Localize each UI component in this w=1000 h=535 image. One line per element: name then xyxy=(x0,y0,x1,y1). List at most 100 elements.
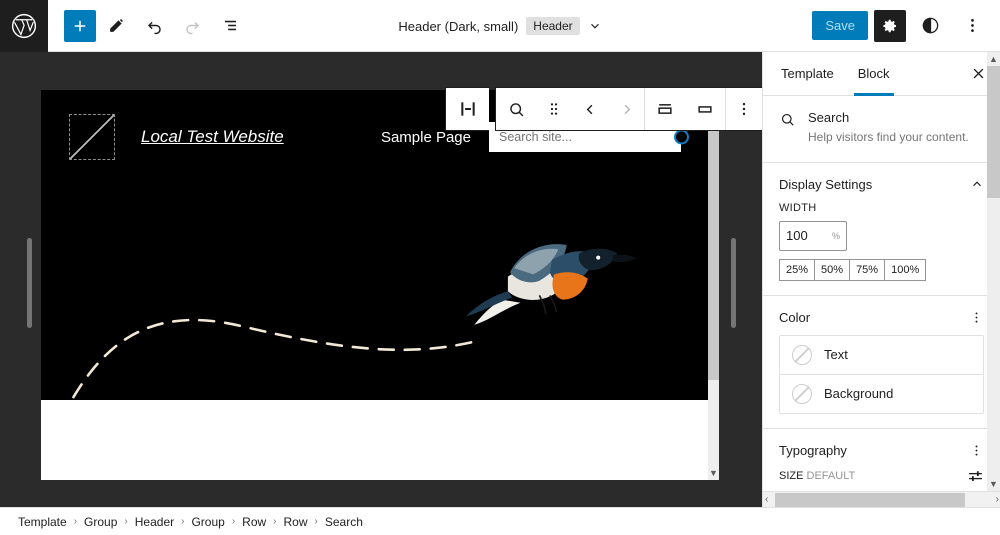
add-block-button[interactable] xyxy=(64,9,96,42)
color-options-list: Text Background xyxy=(779,334,984,414)
document-type-badge[interactable]: Header xyxy=(526,17,580,35)
breadcrumb-item-template[interactable]: Template xyxy=(18,515,67,529)
width-value: 100 xyxy=(786,228,808,244)
chevron-left-icon[interactable]: ‹ xyxy=(765,494,768,505)
move-right-button[interactable] xyxy=(608,88,644,130)
sidebar-horizontal-scrollbar-thumb[interactable] xyxy=(775,492,965,507)
breadcrumb: Template › Group › Header › Group › Row … xyxy=(0,507,1000,535)
block-toolbar-group-block xyxy=(496,88,645,130)
top-toolbar-right-group: Save xyxy=(812,8,1000,44)
width-preset-50[interactable]: 50% xyxy=(815,258,851,281)
block-info-card: Search Help visitors find your content. xyxy=(763,96,1000,162)
display-settings-panel: Display Settings WIDTH 100 % 25% 50% 75%… xyxy=(763,163,1000,295)
header-block-dark: Local Test Website Sample Page xyxy=(41,90,709,400)
typography-header: Typography xyxy=(779,443,984,458)
settings-sidebar: Template Block Search Help visitors find… xyxy=(762,52,1000,507)
search-circle-icon[interactable] xyxy=(674,129,689,145)
wordpress-logo-icon[interactable] xyxy=(0,0,48,52)
template-preview-canvas[interactable]: Local Test Website Sample Page xyxy=(41,90,719,480)
sidebar-vertical-scrollbar-thumb[interactable] xyxy=(987,66,1000,198)
sidebar-horizontal-scrollbar[interactable]: ‹ › xyxy=(763,491,1000,507)
color-row-background[interactable]: Background xyxy=(780,375,983,413)
breadcrumb-separator: › xyxy=(314,516,318,527)
save-button[interactable]: Save xyxy=(812,11,868,40)
block-toolbar-group-layout xyxy=(645,88,726,130)
breadcrumb-item-group-2[interactable]: Group xyxy=(191,515,224,529)
chevron-down-icon[interactable]: ▼ xyxy=(987,477,1000,491)
drag-handle-dots-icon[interactable] xyxy=(536,88,572,130)
tab-block[interactable]: Block xyxy=(846,52,902,96)
color-swatch-none-icon xyxy=(792,383,812,404)
width-presets: 25% 50% 75% 100% xyxy=(779,258,984,281)
button-outside-icon[interactable] xyxy=(685,88,725,130)
tab-template[interactable]: Template xyxy=(769,52,846,96)
chevron-down-icon[interactable] xyxy=(588,19,602,33)
undo-button[interactable] xyxy=(136,8,172,44)
breadcrumb-item-row-2[interactable]: Row xyxy=(284,515,308,529)
edit-tool-button[interactable] xyxy=(98,8,134,44)
color-options-kebab-icon[interactable] xyxy=(969,310,984,325)
breadcrumb-separator: › xyxy=(181,516,185,527)
breadcrumb-separator: › xyxy=(273,516,277,527)
editor-canvas-area: Local Test Website Sample Page Search si… xyxy=(0,52,762,507)
top-toolbar-left-group xyxy=(48,8,248,44)
canvas-vertical-scrollbar-thumb[interactable] xyxy=(708,90,719,380)
settings-gear-icon[interactable] xyxy=(874,9,906,42)
move-left-button[interactable] xyxy=(572,88,608,130)
width-input[interactable]: 100 % xyxy=(779,220,847,251)
chevron-up-icon[interactable] xyxy=(970,177,984,191)
more-options-kebab-icon[interactable] xyxy=(954,8,990,44)
chevron-right-icon[interactable]: › xyxy=(996,494,999,505)
width-preset-100[interactable]: 100% xyxy=(885,258,927,281)
typography-options-kebab-icon[interactable] xyxy=(969,443,984,458)
resize-handle-left[interactable] xyxy=(27,238,32,328)
breadcrumb-item-header[interactable]: Header xyxy=(135,515,174,529)
block-toolbar-group-options xyxy=(726,88,762,130)
typography-size-row: SIZE DEFAULT xyxy=(779,468,984,485)
sidebar-tabs: Template Block xyxy=(763,52,1000,96)
width-unit: % xyxy=(831,230,840,241)
width-label: WIDTH xyxy=(779,201,817,214)
chevron-up-icon[interactable]: ▲ xyxy=(987,52,1000,66)
nav-link-sample-page[interactable]: Sample Page xyxy=(381,129,471,146)
site-logo-placeholder-icon[interactable] xyxy=(69,114,115,160)
block-description: Help visitors find your content. xyxy=(808,130,969,144)
color-panel: Color Text Background xyxy=(763,296,1000,428)
search-icon xyxy=(779,110,796,146)
select-parent-block-icon[interactable] xyxy=(445,87,489,131)
button-inside-icon[interactable] xyxy=(645,88,685,130)
width-preset-25[interactable]: 25% xyxy=(779,258,816,281)
color-swatch-none-icon xyxy=(792,344,812,365)
block-name: Search xyxy=(808,110,850,125)
document-title: Header (Dark, small) xyxy=(398,18,519,34)
breadcrumb-item-search[interactable]: Search xyxy=(325,515,363,529)
breadcrumb-separator: › xyxy=(231,516,236,527)
search-icon[interactable] xyxy=(496,88,536,130)
color-row-text[interactable]: Text xyxy=(780,336,983,375)
breadcrumb-item-row-1[interactable]: Row xyxy=(242,515,266,529)
breadcrumb-separator: › xyxy=(73,516,78,527)
breadcrumb-separator: › xyxy=(124,516,128,527)
chevron-down-icon[interactable]: ▼ xyxy=(708,466,719,480)
display-settings-header[interactable]: Display Settings xyxy=(779,177,984,192)
site-title[interactable]: Local Test Website xyxy=(141,127,284,147)
resize-handle-right[interactable] xyxy=(731,238,736,328)
color-row-label: Text xyxy=(824,347,848,363)
wordpress-site-editor: Header (Dark, small) Header Save Local T… xyxy=(0,0,1000,535)
block-options-kebab-icon[interactable] xyxy=(726,88,762,130)
styles-contrast-icon[interactable] xyxy=(912,8,948,44)
size-label-text: SIZE xyxy=(779,470,804,483)
block-toolbar-main xyxy=(495,87,762,131)
color-title: Color xyxy=(779,309,811,325)
block-toolbar xyxy=(445,87,762,131)
redo-button[interactable] xyxy=(174,8,210,44)
typography-size-label: SIZE DEFAULT xyxy=(779,470,855,482)
width-preset-75[interactable]: 75% xyxy=(850,258,886,281)
typography-title: Typography xyxy=(779,442,847,458)
sliders-settings-icon[interactable] xyxy=(967,468,984,485)
list-view-icon[interactable] xyxy=(212,8,248,44)
breadcrumb-item-group-1[interactable]: Group xyxy=(84,515,117,529)
color-row-label: Background xyxy=(824,386,894,402)
top-toolbar: Header (Dark, small) Header Save xyxy=(0,0,1000,52)
size-value-text: DEFAULT xyxy=(806,470,856,483)
